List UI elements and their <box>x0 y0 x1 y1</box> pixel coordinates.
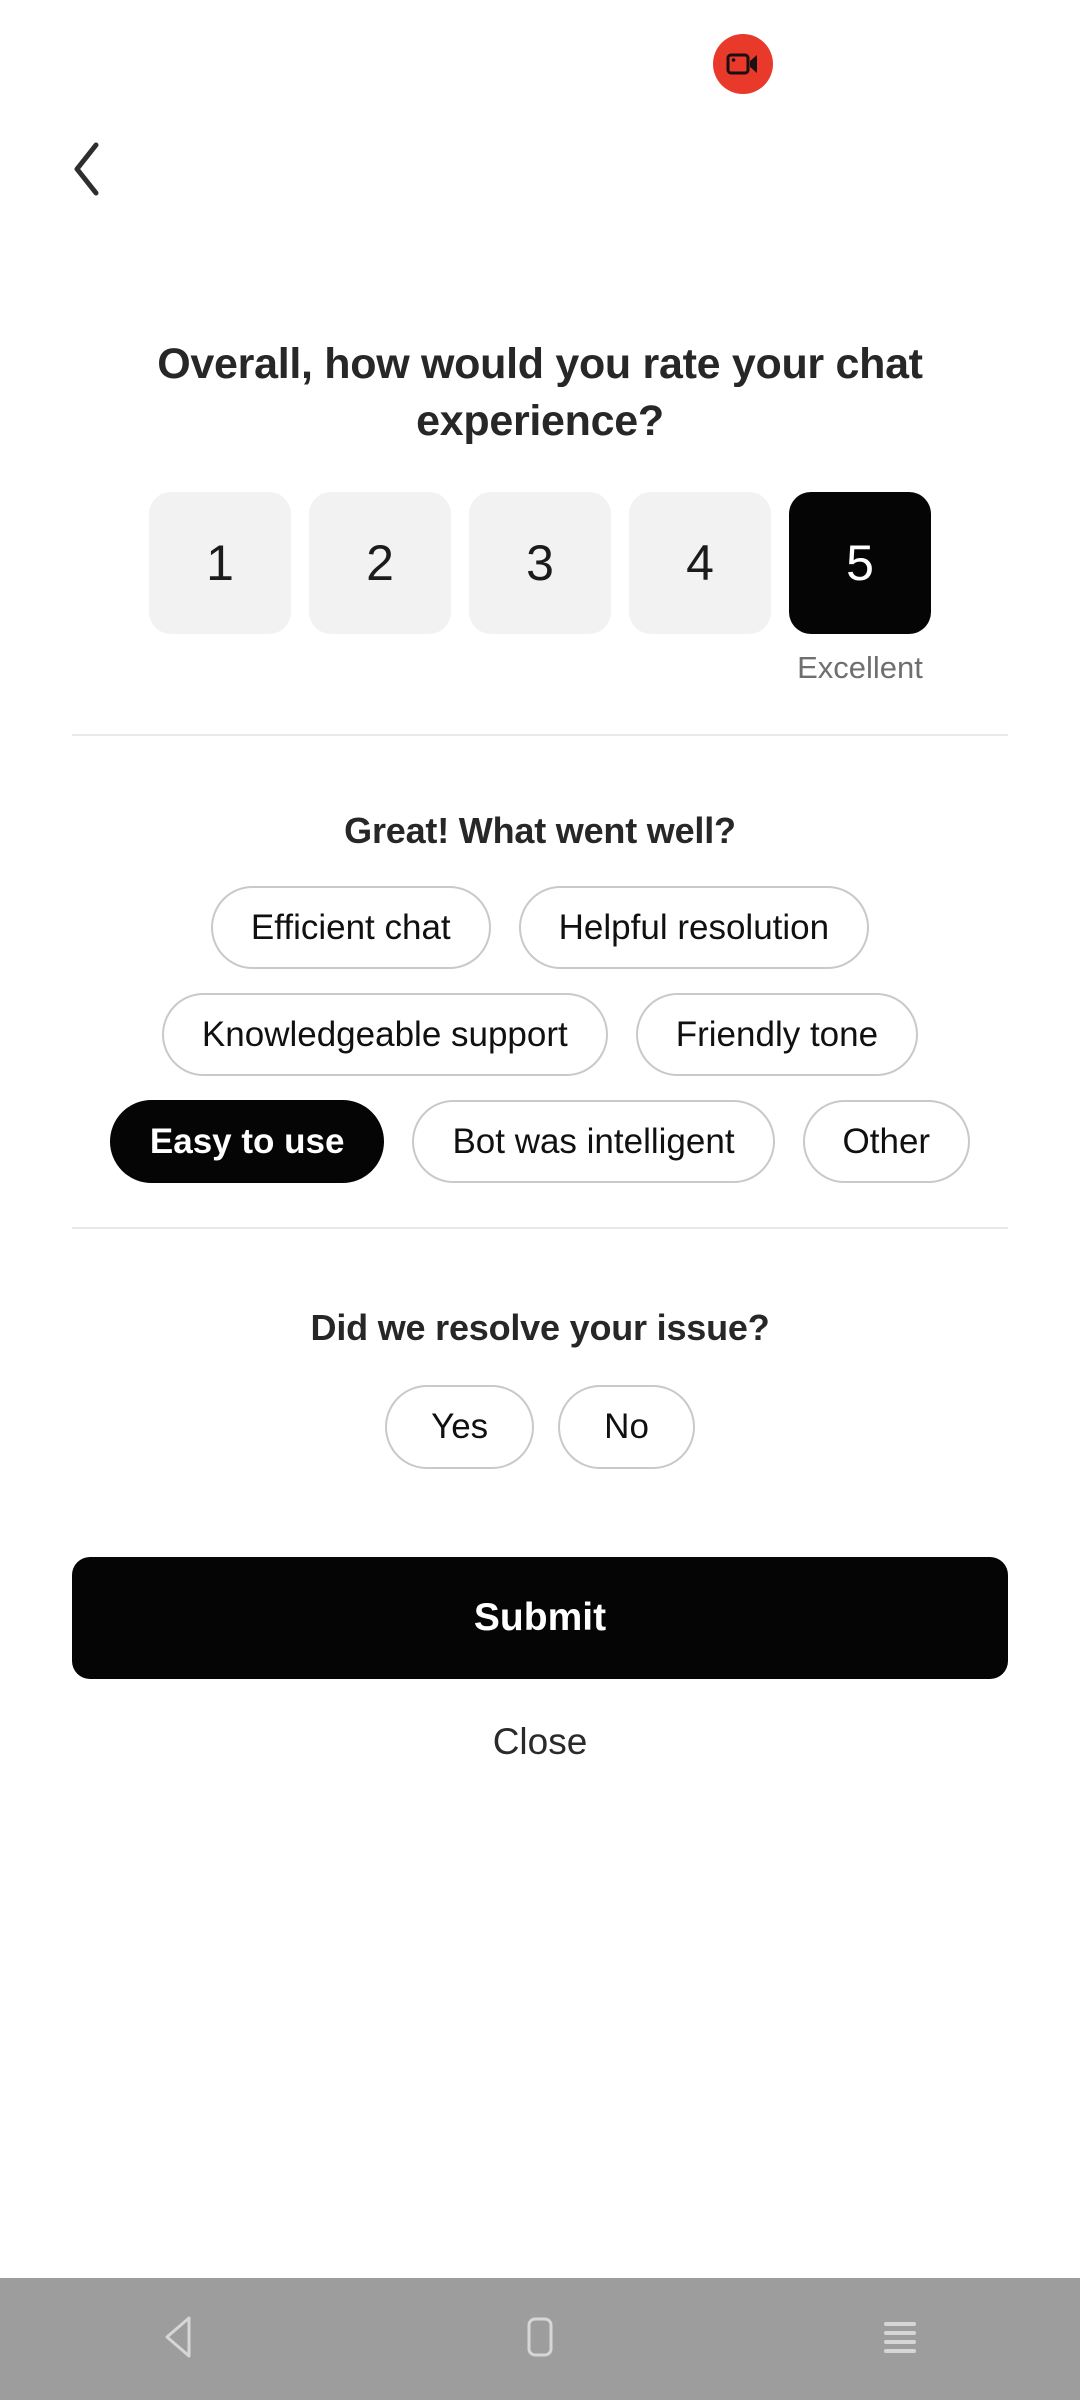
rating-button-2[interactable]: 2 <box>309 491 451 634</box>
back-button[interactable] <box>48 130 126 208</box>
chip-bot-was-intelligent[interactable]: Bot was intelligent <box>412 1099 775 1184</box>
survey-screen: Overall, how would you rate your chat ex… <box>0 0 1080 2400</box>
nav-home-button[interactable] <box>450 2278 630 2400</box>
chip-helpful-resolution[interactable]: Helpful resolution <box>518 885 870 969</box>
rating-button-4[interactable]: 4 <box>629 491 771 634</box>
rating-button-5[interactable]: 5 <box>789 491 931 634</box>
rating-options: 1 2 3 4 5 Excellent <box>0 491 1080 688</box>
rating-button-1[interactable]: 1 <box>149 491 291 634</box>
chip-easy-to-use[interactable]: Easy to use <box>109 1099 385 1184</box>
rating-option-1: 1 <box>149 491 291 688</box>
rating-section: Overall, how would you rate your chat ex… <box>0 336 1080 688</box>
square-home-icon <box>523 2314 557 2365</box>
resolve-section: Did we resolve your issue? Yes No <box>0 1307 1080 1470</box>
rating-option-4: 4 <box>629 491 771 688</box>
positive-feedback-section: Great! What went well? Efficient chat He… <box>0 810 1080 1184</box>
chip-no[interactable]: No <box>558 1385 695 1470</box>
nav-back-button[interactable] <box>90 2278 270 2400</box>
resolve-question-title: Did we resolve your issue? <box>310 1307 770 1349</box>
chip-friendly-tone[interactable]: Friendly tone <box>635 992 919 1076</box>
chip-other[interactable]: Other <box>802 1099 971 1184</box>
video-camera-icon <box>726 51 760 77</box>
submit-row: Submit <box>72 1557 1008 1680</box>
rating-option-3: 3 <box>469 491 611 688</box>
chip-efficient-chat[interactable]: Efficient chat <box>210 885 491 969</box>
triangle-back-icon <box>158 2314 202 2365</box>
android-navigation-bar <box>0 2278 1080 2400</box>
hamburger-recents-icon <box>878 2314 922 2365</box>
rating-caption-5: Excellent <box>797 649 923 685</box>
resolve-chip-group: Yes No <box>0 1385 1080 1470</box>
chip-knowledgeable-support[interactable]: Knowledgeable support <box>161 992 608 1076</box>
submit-button[interactable]: Submit <box>72 1557 1008 1680</box>
close-button[interactable]: Close <box>0 1721 1080 1763</box>
rating-question-title: Overall, how would you rate your chat ex… <box>157 340 923 445</box>
rating-option-2: 2 <box>309 491 451 688</box>
screen-recording-badge[interactable] <box>713 34 773 94</box>
positive-chip-group: Efficient chat Helpful resolution Knowle… <box>0 885 1080 1184</box>
nav-recents-button[interactable] <box>810 2278 990 2400</box>
section-divider-2 <box>72 1227 1008 1230</box>
positive-question-title: Great! What went well? <box>344 809 736 851</box>
section-divider-1 <box>72 733 1008 736</box>
chip-yes[interactable]: Yes <box>385 1385 535 1470</box>
rating-button-3[interactable]: 3 <box>469 491 611 634</box>
rating-option-5: 5 Excellent <box>789 491 931 688</box>
mouse-cursor-pointer-icon <box>540 2030 586 2092</box>
survey-content: Overall, how would you rate your chat ex… <box>0 228 1080 1763</box>
chevron-left-icon <box>70 141 104 197</box>
